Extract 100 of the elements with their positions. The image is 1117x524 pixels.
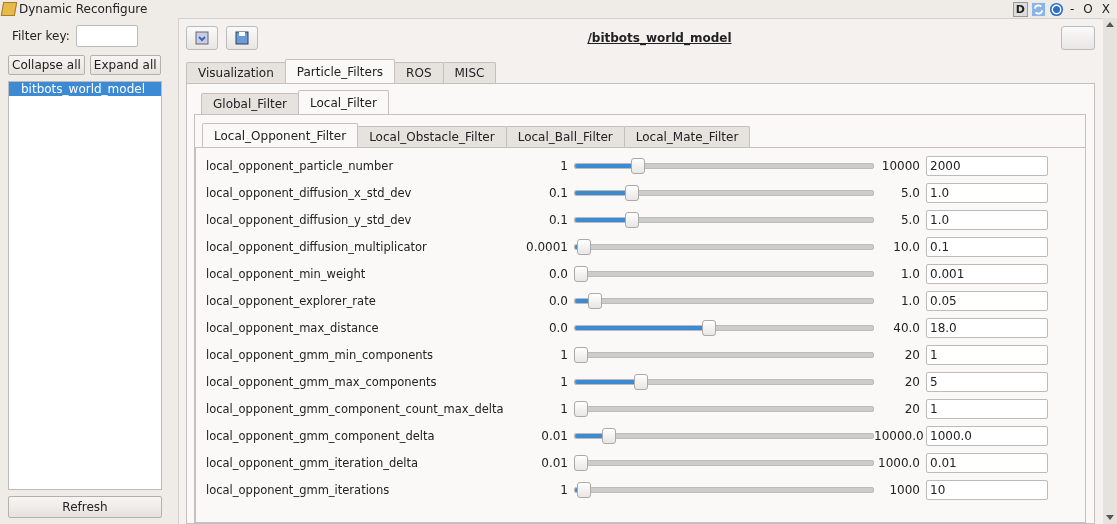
slider[interactable] <box>574 481 874 498</box>
min-value: 0.0001 <box>525 239 568 254</box>
parameter-name: local_opponent_gmm_iteration_delta <box>206 455 420 470</box>
filter-label: Filter key: <box>12 29 70 43</box>
slider-thumb[interactable] <box>574 346 588 363</box>
slider-thumb[interactable] <box>625 184 640 201</box>
max-value: 1000.0 <box>877 455 920 470</box>
slider-thumb[interactable] <box>576 238 591 255</box>
node-item[interactable]: bitbots_world_model <box>9 82 161 96</box>
slider-thumb[interactable] <box>576 481 591 498</box>
load-button[interactable] <box>186 26 218 50</box>
tab[interactable]: Local_Obstacle_Filter <box>357 126 507 147</box>
parameter-name: local_opponent_particle_number <box>206 158 395 173</box>
blank-button[interactable] <box>1061 26 1095 50</box>
value-field[interactable]: 1 <box>926 398 1048 419</box>
value-field[interactable]: 0.001 <box>926 263 1048 284</box>
max-value: 1000 <box>888 482 920 497</box>
tab[interactable]: ROS <box>394 62 444 83</box>
slider[interactable] <box>574 346 874 363</box>
maximize-button[interactable]: O <box>1080 2 1096 16</box>
max-value: 1.0 <box>899 266 920 281</box>
parameter-name: local_opponent_explorer_rate <box>206 293 377 308</box>
parameter-name: local_opponent_diffusion_multiplicator <box>206 239 428 254</box>
scrollbar[interactable] <box>1103 18 1117 524</box>
slider-thumb[interactable] <box>633 373 648 390</box>
slider-thumb[interactable] <box>602 427 617 444</box>
tab[interactable]: Local_Opponent_Filter <box>202 123 359 147</box>
tab[interactable]: Visualization <box>186 62 286 83</box>
tab[interactable]: MISC <box>442 62 497 83</box>
expand-all-button[interactable]: Expand all <box>89 55 161 75</box>
window-title: Dynamic Reconfigure <box>19 2 148 16</box>
slider-thumb[interactable] <box>574 400 588 417</box>
min-value: 0.1 <box>547 212 568 227</box>
value-field[interactable]: 1.0 <box>926 209 1048 230</box>
slider[interactable] <box>574 211 874 228</box>
tab[interactable]: Particle_Filters <box>284 59 396 83</box>
tab[interactable]: Local_Ball_Filter <box>505 126 625 147</box>
parameter-name: local_opponent_gmm_component_delta <box>206 428 436 443</box>
max-value: 40.0 <box>892 320 920 335</box>
parameter-name: local_opponent_gmm_max_components <box>206 374 438 389</box>
value-field[interactable]: 0.1 <box>926 236 1048 257</box>
value-field[interactable]: 0.01 <box>926 452 1048 473</box>
max-value: 10.0 <box>892 239 920 254</box>
download-icon <box>195 31 209 45</box>
max-value: 20 <box>903 374 920 389</box>
slider-thumb[interactable] <box>625 211 640 228</box>
slider[interactable] <box>574 454 874 471</box>
slider[interactable] <box>574 184 874 201</box>
slider-thumb[interactable] <box>574 265 588 282</box>
tab[interactable]: Local_Mate_Filter <box>623 126 751 147</box>
slider-thumb[interactable] <box>588 292 603 309</box>
slider[interactable] <box>574 373 874 390</box>
refresh-icon[interactable] <box>1030 1 1046 17</box>
parameter-name: local_opponent_min_weight <box>206 266 367 281</box>
max-value: 1.0 <box>899 293 920 308</box>
slider-thumb[interactable] <box>630 157 645 174</box>
min-value: 1 <box>559 401 568 416</box>
slider[interactable] <box>574 400 874 417</box>
slider[interactable] <box>574 157 874 174</box>
close-button[interactable]: X <box>1098 2 1113 16</box>
filter-field[interactable] <box>75 25 138 47</box>
parameter-name: local_opponent_max_distance <box>206 320 380 335</box>
value-field[interactable]: 5 <box>926 371 1048 392</box>
value-field[interactable]: 0.05 <box>926 290 1048 311</box>
slider[interactable] <box>574 238 874 255</box>
slider[interactable] <box>574 427 874 444</box>
max-value: 5.0 <box>899 185 920 200</box>
min-value: 1 <box>559 482 568 497</box>
min-value: 0.0 <box>547 293 568 308</box>
value-field[interactable]: 10 <box>926 479 1048 500</box>
save-button[interactable] <box>226 26 258 50</box>
parameter-name: local_opponent_diffusion_y_std_dev <box>206 212 413 227</box>
min-value: 0.0 <box>547 266 568 281</box>
value-field[interactable]: 2000 <box>926 155 1048 176</box>
scroll-down-icon[interactable] <box>1106 515 1114 520</box>
value-field[interactable]: 1.0 <box>926 182 1048 203</box>
d-button[interactable]: D <box>1012 1 1028 17</box>
min-value: 1 <box>559 347 568 362</box>
value-field[interactable]: 1 <box>926 344 1048 365</box>
parameter-name: local_opponent_diffusion_x_std_dev <box>206 185 413 200</box>
slider-thumb[interactable] <box>574 454 588 471</box>
min-value: 0.1 <box>547 185 568 200</box>
value-field[interactable]: 18.0 <box>926 317 1048 338</box>
max-value: 20 <box>903 347 920 362</box>
parameter-name: local_opponent_gmm_min_components <box>206 347 435 362</box>
min-value: 1 <box>559 374 568 389</box>
tab[interactable]: Local_Filter <box>298 90 389 114</box>
collapse-all-button[interactable]: Collapse all <box>8 55 85 75</box>
slider[interactable] <box>574 319 874 336</box>
parameter-name: local_opponent_gmm_component_count_max_delta <box>206 401 505 416</box>
refresh-button[interactable]: Refresh <box>8 496 162 518</box>
min-value: 0.0 <box>547 320 568 335</box>
scroll-up-icon[interactable] <box>1106 22 1114 27</box>
minimize-button[interactable]: - <box>1066 2 1078 16</box>
slider[interactable] <box>574 265 874 282</box>
tab[interactable]: Global_Filter <box>201 93 299 114</box>
value-field[interactable]: 1000.0 <box>926 425 1048 446</box>
node-title: /bitbots_world_model <box>586 31 733 45</box>
slider-thumb[interactable] <box>701 319 716 336</box>
slider[interactable] <box>574 292 874 309</box>
